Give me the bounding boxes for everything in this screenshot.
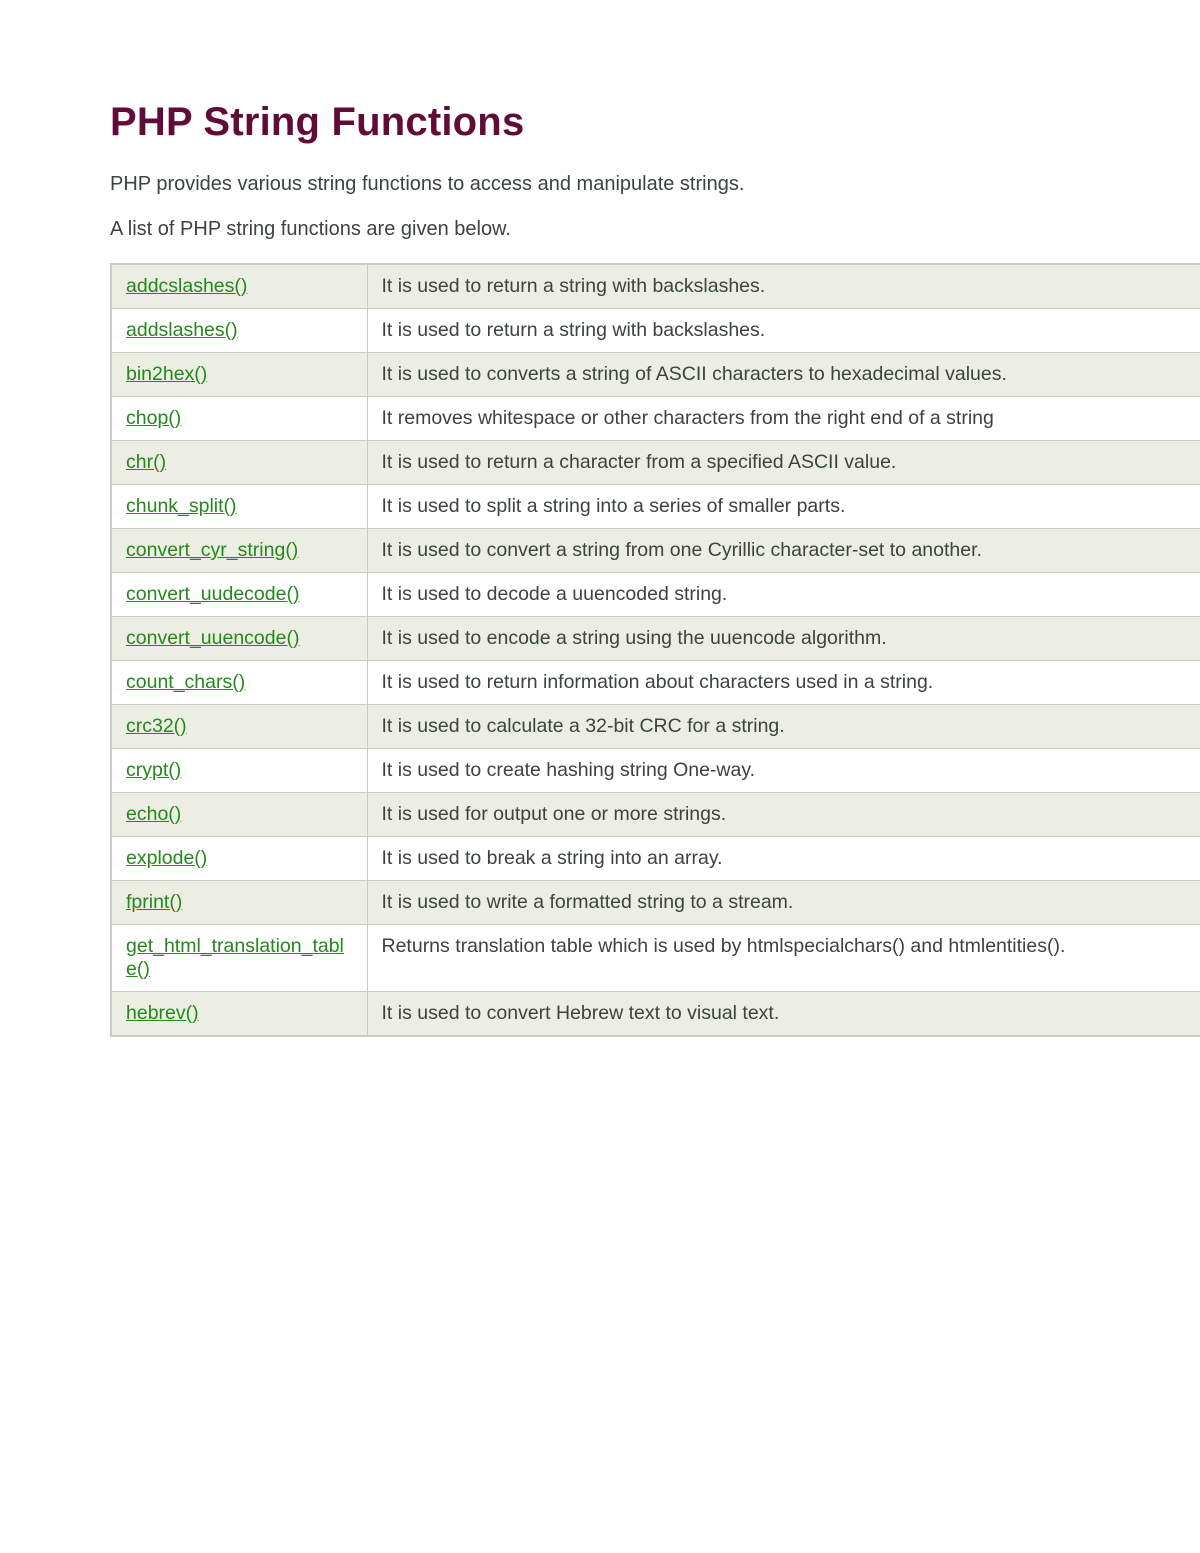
function-name-cell: hebrev() (111, 992, 367, 1037)
function-description-cell: It is used to convert Hebrew text to vis… (367, 992, 1200, 1037)
function-link[interactable]: chop() (126, 407, 181, 429)
function-link[interactable]: addslashes() (126, 319, 238, 341)
function-link[interactable]: convert_uudecode() (126, 583, 299, 605)
table-row: get_html_translation_table() Returns tran… (111, 925, 1200, 992)
function-name-cell: crc32() (111, 705, 367, 749)
function-link[interactable]: convert_cyr_string() (126, 539, 298, 561)
function-description-cell: It is used to calculate a 32-bit CRC for… (367, 705, 1200, 749)
table-row: explode() It is used to break a string in… (111, 837, 1200, 881)
table-row: count_chars() It is used to return inform… (111, 661, 1200, 705)
function-name-cell: chr() (111, 441, 367, 485)
function-description-cell: It is used to encode a string using the … (367, 617, 1200, 661)
function-name-cell: count_chars() (111, 661, 367, 705)
function-link[interactable]: convert_uuencode() (126, 627, 299, 649)
function-name-cell: get_html_translation_table() (111, 925, 367, 992)
function-description-cell: It is used to decode a uuencoded string. (367, 573, 1200, 617)
function-description-cell: It removes whitespace or other character… (367, 397, 1200, 441)
function-name-cell: chunk_split() (111, 485, 367, 529)
functions-table: addcslashes() It is used to return a stri… (110, 263, 1200, 1037)
function-link[interactable]: echo() (126, 803, 181, 825)
page-title: PHP String Functions (110, 100, 1200, 145)
table-row: crc32() It is used to calculate a 32-bit … (111, 705, 1200, 749)
function-name-cell: addcslashes() (111, 264, 367, 309)
table-row: chop() It removes whitespace or other cha… (111, 397, 1200, 441)
function-description-cell: It is used to converts a string of ASCII… (367, 353, 1200, 397)
table-row: convert_cyr_string() It is used to conver… (111, 529, 1200, 573)
table-row: fprint() It is used to write a formatted … (111, 881, 1200, 925)
table-row: convert_uuencode() It is used to encode a… (111, 617, 1200, 661)
table-row: addcslashes() It is used to return a stri… (111, 264, 1200, 309)
function-description-cell: It is used to convert a string from one … (367, 529, 1200, 573)
function-name-cell: echo() (111, 793, 367, 837)
table-row: chr() It is used to return a character fr… (111, 441, 1200, 485)
function-link[interactable]: hebrev() (126, 1002, 199, 1024)
table-row: crypt() It is used to create hashing stri… (111, 749, 1200, 793)
function-name-cell: crypt() (111, 749, 367, 793)
function-name-cell: addslashes() (111, 309, 367, 353)
function-description-cell: It is used to create hashing string One-… (367, 749, 1200, 793)
function-link[interactable]: chr() (126, 451, 166, 473)
function-name-cell: bin2hex() (111, 353, 367, 397)
table-row: echo() It is used for output one or more … (111, 793, 1200, 837)
function-name-cell: convert_uudecode() (111, 573, 367, 617)
function-name-cell: explode() (111, 837, 367, 881)
function-name-cell: fprint() (111, 881, 367, 925)
intro-paragraph-1: PHP provides various string functions to… (110, 173, 1200, 196)
function-link[interactable]: fprint() (126, 891, 182, 913)
function-link[interactable]: count_chars() (126, 671, 245, 693)
function-link[interactable]: explode() (126, 847, 207, 869)
function-link[interactable]: get_html_translation_table() (126, 935, 344, 980)
function-description-cell: It is used to return a string with backs… (367, 309, 1200, 353)
function-name-cell: convert_uuencode() (111, 617, 367, 661)
document-page: PHP String Functions PHP provides variou… (0, 0, 1200, 1037)
function-link[interactable]: crc32() (126, 715, 187, 737)
function-description-cell: It is used to split a string into a seri… (367, 485, 1200, 529)
function-link[interactable]: addcslashes() (126, 275, 247, 297)
table-row: chunk_split() It is used to split a strin… (111, 485, 1200, 529)
function-link[interactable]: chunk_split() (126, 495, 237, 517)
function-link[interactable]: crypt() (126, 759, 181, 781)
table-row: addslashes() It is used to return a strin… (111, 309, 1200, 353)
table-row: bin2hex() It is used to converts a string… (111, 353, 1200, 397)
table-row: convert_uudecode() It is used to decode a… (111, 573, 1200, 617)
functions-table-wrapper: addcslashes() It is used to return a stri… (110, 263, 1200, 1037)
function-description-cell: It is used to return information about c… (367, 661, 1200, 705)
function-description-cell: Returns translation table which is used … (367, 925, 1200, 992)
function-name-cell: chop() (111, 397, 367, 441)
intro-paragraph-2: A list of PHP string functions are given… (110, 218, 1200, 241)
function-name-cell: convert_cyr_string() (111, 529, 367, 573)
table-row: hebrev() It is used to convert Hebrew tex… (111, 992, 1200, 1037)
function-description-cell: It is used to return a character from a … (367, 441, 1200, 485)
function-link[interactable]: bin2hex() (126, 363, 207, 385)
function-description-cell: It is used for output one or more string… (367, 793, 1200, 837)
function-description-cell: It is used to break a string into an arr… (367, 837, 1200, 881)
function-description-cell: It is used to return a string with backs… (367, 264, 1200, 309)
function-description-cell: It is used to write a formatted string t… (367, 881, 1200, 925)
